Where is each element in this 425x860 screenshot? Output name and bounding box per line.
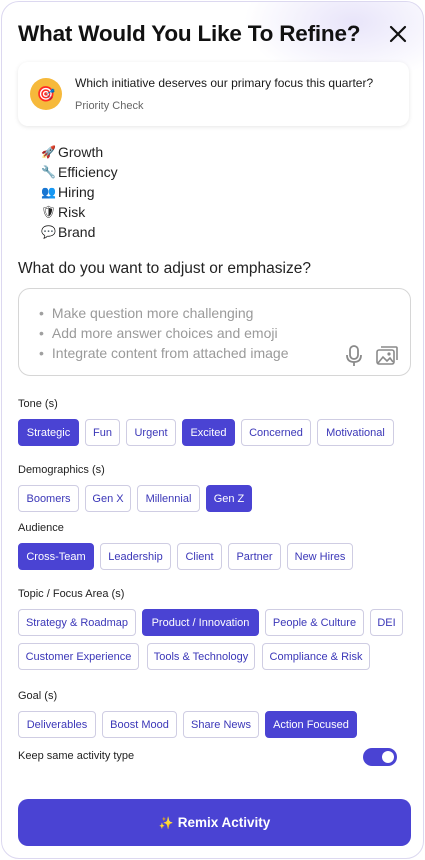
remix-activity-button[interactable]: ✨ Remix Activity <box>18 799 411 846</box>
goal-label: Goal (s) <box>18 690 58 702</box>
tone-chip-urgent[interactable]: Urgent <box>126 419 176 446</box>
wrench-icon: 🔧 <box>41 165 56 179</box>
audience-chip-client[interactable]: Client <box>177 543 222 570</box>
answer-label: Hiring <box>58 184 95 200</box>
audience-chip-new-hires[interactable]: New Hires <box>287 543 353 570</box>
audience-chip-leadership[interactable]: Leadership <box>100 543 171 570</box>
remix-label: Remix Activity <box>177 815 271 830</box>
shield-icon: 🛡 <box>41 205 57 219</box>
answer-item: 🛡 Risk <box>41 202 118 222</box>
topic-chip-dei[interactable]: DEI <box>370 609 403 636</box>
topic-chip-people-culture[interactable]: People & Culture <box>265 609 364 636</box>
answer-item: 👥 Hiring <box>41 182 118 202</box>
question-subtitle: Priority Check <box>75 100 144 112</box>
sparkles-icon: ✨ <box>158 815 174 830</box>
audience-label: Audience <box>18 522 64 534</box>
answer-label: Efficiency <box>58 164 118 180</box>
tone-chip-strategic[interactable]: Strategic <box>18 419 79 446</box>
tone-chip-concerned[interactable]: Concerned <box>241 419 311 446</box>
tone-chip-excited[interactable]: Excited <box>182 419 235 446</box>
demographics-label: Demographics (s) <box>18 464 105 476</box>
answer-label: Growth <box>58 144 104 160</box>
audience-chip-partner[interactable]: Partner <box>228 543 281 570</box>
goal-chip-share-news[interactable]: Share News <box>183 711 259 738</box>
topic-chip-customer-experience[interactable]: Customer Experience <box>18 643 139 670</box>
modal-title: What Would You Like To Refine? <box>18 21 361 46</box>
answer-label: Brand <box>58 224 96 240</box>
refine-modal: What Would You Like To Refine? 🎯 Which i… <box>1 1 424 859</box>
answer-item: 🚀 Growth <box>41 142 118 162</box>
close-icon[interactable] <box>388 24 408 44</box>
answer-item: 🔧 Efficiency <box>41 162 118 182</box>
target-icon: 🎯 <box>30 78 62 110</box>
image-icon[interactable] <box>376 346 398 366</box>
toggle-knob <box>382 751 394 763</box>
question-card: 🎯 Which initiative deserves our primary … <box>18 62 409 126</box>
keep-same-toggle[interactable] <box>363 748 397 766</box>
demographics-chip-gen-x[interactable]: Gen X <box>85 485 131 512</box>
tone-chip-motivational[interactable]: Motivational <box>317 419 394 446</box>
topic-chip-compliance-risk[interactable]: Compliance & Risk <box>262 643 370 670</box>
speech-bubble-icon: 💬 <box>41 225 56 239</box>
tone-label: Tone (s) <box>18 398 58 410</box>
hint-item: Integrate content from attached image <box>39 343 289 363</box>
topic-chip-product-innovation[interactable]: Product / Innovation <box>142 609 259 636</box>
topic-chip-tools-technology[interactable]: Tools & Technology <box>147 643 255 670</box>
demographics-chip-boomers[interactable]: Boomers <box>18 485 79 512</box>
hint-item: Add more answer choices and emoji <box>39 323 289 343</box>
topic-chip-strategy-roadmap[interactable]: Strategy & Roadmap <box>18 609 136 636</box>
adjust-label: What do you want to adjust or emphasize? <box>18 260 311 277</box>
goal-chip-deliverables[interactable]: Deliverables <box>18 711 96 738</box>
demographics-chip-millennial[interactable]: Millennial <box>137 485 200 512</box>
hint-item: Make question more challenging <box>39 303 289 323</box>
microphone-icon[interactable] <box>345 345 363 367</box>
adjust-input[interactable]: Make question more challenging Add more … <box>18 288 411 376</box>
keep-same-label: Keep same activity type <box>18 750 135 762</box>
demographics-chip-gen-z[interactable]: Gen Z <box>206 485 252 512</box>
audience-chip-cross-team[interactable]: Cross-Team <box>18 543 94 570</box>
topic-label: Topic / Focus Area (s) <box>18 588 125 600</box>
answer-list: 🚀 Growth 🔧 Efficiency 👥 Hiring 🛡 Risk 💬 … <box>41 142 118 242</box>
tone-chip-fun[interactable]: Fun <box>85 419 120 446</box>
answer-item: 💬 Brand <box>41 222 118 242</box>
goal-chip-action-focused[interactable]: Action Focused <box>265 711 357 738</box>
people-icon: 👥 <box>41 185 56 199</box>
answer-label: Risk <box>58 204 86 220</box>
rocket-icon: 🚀 <box>41 145 56 159</box>
question-text: Which initiative deserves our primary fo… <box>75 76 374 90</box>
adjust-hints: Make question more challenging Add more … <box>39 303 289 363</box>
goal-chip-boost-mood[interactable]: Boost Mood <box>102 711 177 738</box>
